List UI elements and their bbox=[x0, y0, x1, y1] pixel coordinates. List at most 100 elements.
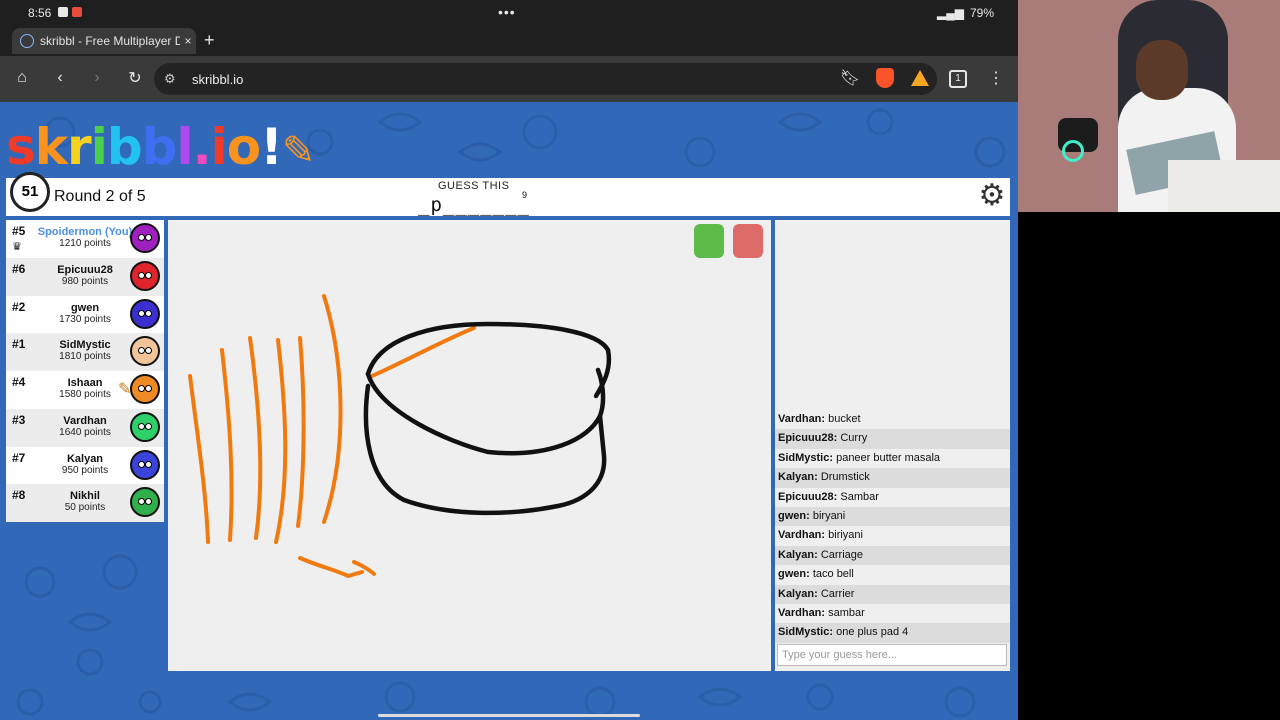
chat-user: Epicuuu28: bbox=[778, 432, 838, 445]
blanket bbox=[1168, 160, 1280, 212]
crown-icon: ♛ bbox=[12, 241, 22, 253]
status-time: 8:56 bbox=[28, 6, 52, 20]
player-rank: #6 bbox=[12, 261, 26, 276]
person-head bbox=[1136, 40, 1188, 100]
chat-message: Vardhan: bucket bbox=[775, 410, 1010, 429]
address-bar[interactable]: ⚙ skribbl.io bbox=[154, 63, 937, 95]
home-indicator[interactable] bbox=[378, 714, 640, 717]
close-tab-icon[interactable]: × bbox=[180, 34, 196, 48]
menu-icon[interactable]: ⋮ bbox=[986, 68, 1006, 88]
chat-text: biriyani bbox=[828, 529, 863, 542]
status-right: ▂▄▆ 79% bbox=[937, 6, 994, 20]
reload-icon[interactable]: ↻ bbox=[125, 68, 145, 88]
chat-user: gwen: bbox=[778, 509, 810, 522]
chat-text: Sambar bbox=[840, 490, 879, 503]
player-row[interactable]: #3 Vardhan 1640 points bbox=[6, 408, 164, 447]
chat-panel: Vardhan: bucket Epicuuu28: Curry SidMyst… bbox=[775, 220, 1010, 671]
youtube-icon bbox=[58, 7, 68, 17]
player-avatar bbox=[130, 374, 160, 404]
chat-user: Kalyan: bbox=[778, 587, 818, 600]
player-row[interactable]: #8 Nikhil 50 points bbox=[6, 484, 164, 522]
bookmark-icon[interactable]: 🔖︎ bbox=[840, 68, 860, 88]
round-indicator: Round 2 of 5 bbox=[54, 188, 146, 205]
player-rank: #2 bbox=[12, 299, 26, 314]
favicon-icon bbox=[20, 34, 34, 48]
chat-text: bucket bbox=[828, 413, 861, 425]
chat-text: paneer butter masala bbox=[836, 451, 941, 464]
player-points: 980 points bbox=[61, 275, 109, 287]
status-bar: 8:56 ••• ▂▄▆ 79% bbox=[0, 0, 1018, 26]
player-rank: #5 bbox=[12, 224, 26, 238]
chat-text: Carriage bbox=[820, 548, 863, 561]
guess-input[interactable]: Type your guess here... bbox=[777, 644, 1007, 666]
chat-user: Kalyan: bbox=[778, 548, 818, 561]
chat-message: Epicuuu28: Sambar bbox=[775, 488, 1010, 507]
new-tab-button[interactable]: + bbox=[204, 30, 215, 51]
player-avatar bbox=[130, 487, 160, 518]
player-avatar bbox=[130, 298, 160, 329]
chat-message: Kalyan: Drumstick bbox=[775, 468, 1010, 488]
word-hint: _p_______ bbox=[418, 194, 530, 216]
chat-user: SidMystic: bbox=[778, 626, 834, 639]
site-settings-icon[interactable]: ⚙ bbox=[164, 71, 180, 87]
player-row[interactable]: #4 Ishaan 1580 points ✎ bbox=[6, 371, 164, 409]
player-row[interactable]: #7 Kalyan 950 points bbox=[6, 447, 164, 485]
browser-toolbar: ⌂ ‹ › ↻ ⚙ skribbl.io 🔖︎ ⋮ bbox=[0, 56, 1018, 102]
chat-message: Vardhan: sambar bbox=[775, 604, 1010, 623]
tab-count-button[interactable]: 1 bbox=[949, 70, 967, 88]
more-dots-icon[interactable]: ••• bbox=[498, 4, 516, 20]
word-length: 9 bbox=[522, 190, 528, 200]
chat-message: gwen: taco bell bbox=[775, 565, 1010, 584]
player-name: SidMystic bbox=[59, 339, 111, 352]
player-row[interactable]: #2 gwen 1730 points bbox=[6, 296, 164, 334]
drawing-canvas[interactable] bbox=[168, 220, 771, 671]
thumbs-up-icon[interactable] bbox=[694, 224, 724, 258]
brave-rewards-icon[interactable] bbox=[911, 70, 929, 86]
player-rank: #7 bbox=[12, 450, 26, 465]
player-name: Spoidermon (You) bbox=[37, 226, 133, 238]
home-icon[interactable]: ⌂ bbox=[12, 68, 32, 88]
forward-icon[interactable]: › bbox=[87, 68, 107, 88]
player-list: #5 ♛ Spoidermon (You) 1210 points #6 Epi… bbox=[6, 220, 164, 522]
webcam-overlay bbox=[1018, 0, 1280, 212]
chat-user: SidMystic: bbox=[778, 451, 834, 464]
chat-user: Vardhan: bbox=[778, 413, 826, 425]
game-header: 51 Round 2 of 5 GUESS THIS _p_______ 9 ⚙ bbox=[6, 172, 1010, 216]
player-name: Epicuuu28 bbox=[57, 263, 113, 276]
tablet-screen: 8:56 ••• ▂▄▆ 79% skribbl - Free Multipla… bbox=[0, 0, 1018, 720]
player-avatar bbox=[130, 336, 160, 367]
player-row[interactable]: #1 SidMystic 1810 points bbox=[6, 333, 164, 371]
chat-messages: Vardhan: bucket Epicuuu28: Curry SidMyst… bbox=[775, 410, 1010, 643]
chat-message: gwen: biryani bbox=[775, 506, 1010, 527]
thumbs-down-icon[interactable] bbox=[733, 224, 763, 258]
chat-text: biryani bbox=[812, 509, 846, 522]
player-rank: #4 bbox=[12, 375, 26, 389]
player-rank: #8 bbox=[12, 488, 26, 503]
browser-tab[interactable]: skribbl - Free Multiplayer Dra × bbox=[12, 28, 196, 54]
chat-user: Kalyan: bbox=[778, 471, 818, 484]
chat-user: Vardhan: bbox=[778, 606, 826, 619]
app-notification-icon bbox=[72, 7, 82, 17]
chat-text: Drumstick bbox=[820, 471, 870, 484]
chat-user: gwen: bbox=[778, 568, 810, 581]
player-row[interactable]: #5 ♛ Spoidermon (You) 1210 points bbox=[6, 220, 164, 258]
player-rank: #1 bbox=[12, 337, 26, 352]
drawing-pencil-icon: ✎ bbox=[118, 381, 132, 398]
chat-message: SidMystic: one plus pad 4 bbox=[775, 623, 1010, 643]
tab-strip: skribbl - Free Multiplayer Dra × + bbox=[0, 26, 1018, 56]
chat-message: Kalyan: Carrier bbox=[775, 584, 1010, 604]
back-icon[interactable]: ‹ bbox=[50, 68, 70, 88]
player-avatar bbox=[130, 449, 160, 480]
player-name: Nikhil bbox=[70, 490, 100, 503]
wifi-icon: ▂▄▆ bbox=[937, 6, 964, 20]
chat-text: Carrier bbox=[820, 587, 855, 600]
notification-icons bbox=[58, 7, 82, 17]
player-points: 1810 points bbox=[59, 351, 111, 363]
timer-clock-icon: 51 bbox=[10, 172, 50, 212]
settings-gear-icon[interactable]: ⚙ bbox=[976, 180, 1008, 212]
chat-text: Curry bbox=[840, 432, 868, 445]
skribbl-logo: skribbl.io!✎ bbox=[6, 118, 315, 176]
player-points: 1730 points bbox=[59, 313, 111, 325]
brave-shields-icon[interactable] bbox=[876, 68, 894, 88]
player-row[interactable]: #6 Epicuuu28 980 points bbox=[6, 257, 164, 296]
